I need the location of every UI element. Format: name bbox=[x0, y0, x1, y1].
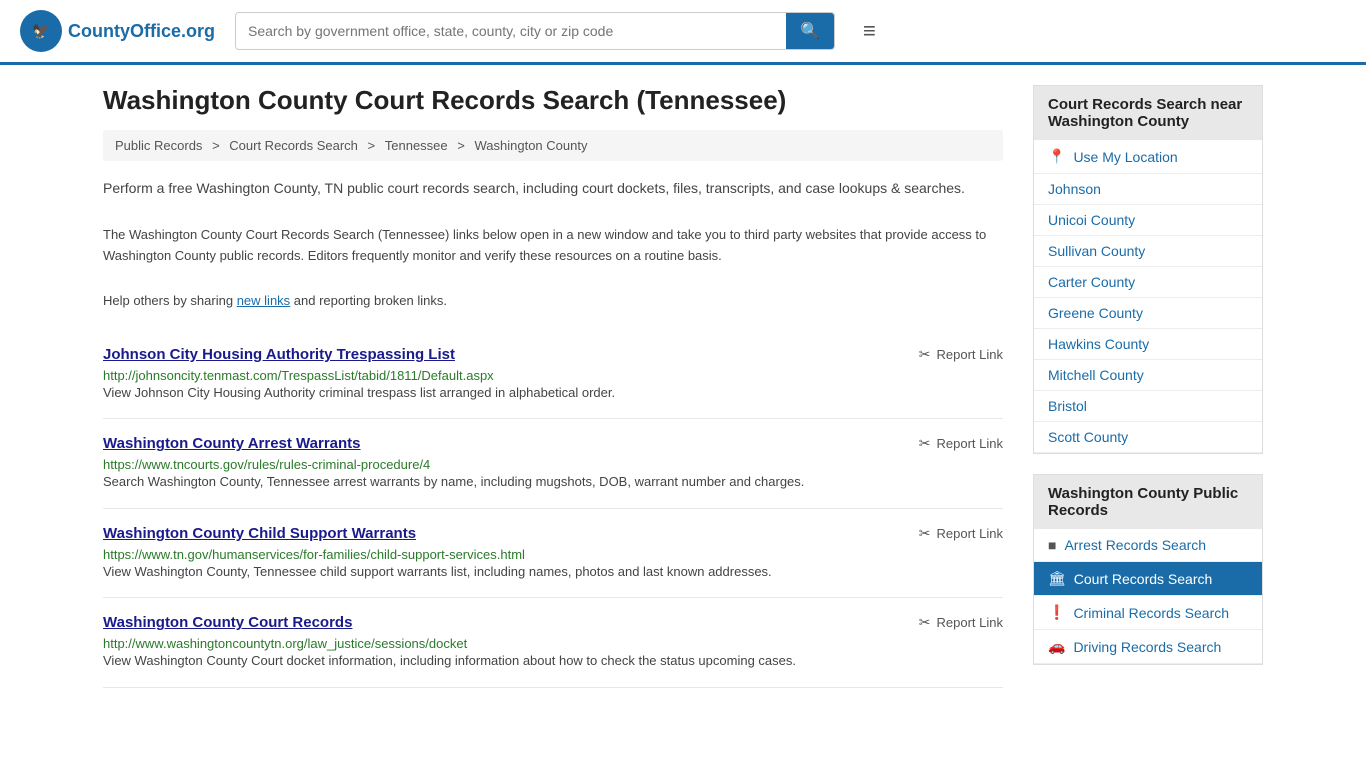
intro-paragraph: Perform a free Washington County, TN pub… bbox=[103, 177, 1003, 199]
records-list: Johnson City Housing Authority Trespassi… bbox=[103, 330, 1003, 688]
record-title-3[interactable]: Washington County Court Records bbox=[103, 614, 352, 631]
hamburger-icon: ≡ bbox=[863, 18, 876, 43]
driving-records-icon: 🚗 bbox=[1048, 638, 1065, 655]
record-title-1[interactable]: Washington County Arrest Warrants bbox=[103, 435, 361, 452]
breadcrumb-court-records-search[interactable]: Court Records Search bbox=[229, 138, 358, 153]
hamburger-menu-button[interactable]: ≡ bbox=[855, 14, 884, 48]
main-container: Washington County Court Records Search (… bbox=[83, 65, 1283, 708]
search-icon: 🔍 bbox=[800, 23, 820, 40]
sidebar-nearby-greene[interactable]: Greene County bbox=[1034, 298, 1262, 329]
record-url-2[interactable]: https://www.tn.gov/humanservices/for-fam… bbox=[103, 547, 525, 562]
logo-text: CountyOffice.org bbox=[68, 21, 215, 42]
search-input[interactable] bbox=[236, 15, 786, 47]
sidebar-nearby-unicoi[interactable]: Unicoi County bbox=[1034, 205, 1262, 236]
breadcrumb-tennessee[interactable]: Tennessee bbox=[385, 138, 448, 153]
report-icon-0: ✂ bbox=[919, 346, 931, 363]
record-url-3[interactable]: http://www.washingtoncountytn.org/law_ju… bbox=[103, 636, 467, 651]
record-description-1: Search Washington County, Tennessee arre… bbox=[103, 472, 1003, 492]
record-title-2[interactable]: Washington County Child Support Warrants bbox=[103, 525, 416, 542]
breadcrumb-public-records[interactable]: Public Records bbox=[115, 138, 202, 153]
report-link-button-3[interactable]: ✂ Report Link bbox=[919, 614, 1003, 631]
sidebar-court-records[interactable]: 🏛 Court Records Search bbox=[1034, 562, 1262, 596]
search-button[interactable]: 🔍 bbox=[786, 13, 834, 49]
page-title: Washington County Court Records Search (… bbox=[103, 85, 1003, 116]
breadcrumb-washington-county[interactable]: Washington County bbox=[474, 138, 587, 153]
location-pin-icon: 📍 bbox=[1048, 148, 1065, 165]
secondary-paragraph: The Washington County Court Records Sear… bbox=[103, 225, 1003, 267]
sidebar-nearby-scott[interactable]: Scott County bbox=[1034, 422, 1262, 453]
sidebar-nearby-mitchell[interactable]: Mitchell County bbox=[1034, 360, 1262, 391]
report-icon-1: ✂ bbox=[919, 435, 931, 452]
use-my-location[interactable]: 📍 Use My Location bbox=[1034, 140, 1262, 174]
record-item-1: Washington County Arrest Warrants ✂ Repo… bbox=[103, 419, 1003, 509]
logo-link[interactable]: 🦅 CountyOffice.org bbox=[20, 10, 215, 52]
record-title-0[interactable]: Johnson City Housing Authority Trespassi… bbox=[103, 346, 455, 363]
sidebar-nearby-sullivan[interactable]: Sullivan County bbox=[1034, 236, 1262, 267]
criminal-records-icon: ❗ bbox=[1048, 604, 1065, 621]
sidebar-criminal-records[interactable]: ❗ Criminal Records Search bbox=[1034, 596, 1262, 630]
search-bar: 🔍 bbox=[235, 12, 835, 50]
public-records-section: Washington County Public Records ■ Arres… bbox=[1033, 474, 1263, 665]
share-paragraph: Help others by sharing new links and rep… bbox=[103, 293, 1003, 308]
sidebar-nearby-hawkins[interactable]: Hawkins County bbox=[1034, 329, 1262, 360]
public-records-section-header: Washington County Public Records bbox=[1034, 475, 1262, 529]
record-url-1[interactable]: https://www.tncourts.gov/rules/rules-cri… bbox=[103, 457, 430, 472]
sidebar-nearby-carter[interactable]: Carter County bbox=[1034, 267, 1262, 298]
record-description-3: View Washington County Court docket info… bbox=[103, 651, 1003, 671]
header: 🦅 CountyOffice.org 🔍 ≡ bbox=[0, 0, 1366, 65]
record-item-0: Johnson City Housing Authority Trespassi… bbox=[103, 330, 1003, 420]
sidebar-nearby-bristol[interactable]: Bristol bbox=[1034, 391, 1262, 422]
court-records-icon: 🏛 bbox=[1048, 570, 1066, 587]
report-icon-2: ✂ bbox=[919, 525, 931, 542]
report-link-button-2[interactable]: ✂ Report Link bbox=[919, 525, 1003, 542]
record-description-0: View Johnson City Housing Authority crim… bbox=[103, 383, 1003, 403]
record-item-3: Washington County Court Records ✂ Report… bbox=[103, 598, 1003, 688]
breadcrumb: Public Records > Court Records Search > … bbox=[103, 130, 1003, 161]
record-url-0[interactable]: http://johnsoncity.tenmast.com/TrespassL… bbox=[103, 368, 494, 383]
sidebar-driving-records[interactable]: 🚗 Driving Records Search bbox=[1034, 630, 1262, 664]
sidebar-nearby-johnson[interactable]: Johnson bbox=[1034, 174, 1262, 205]
nearby-section: Court Records Search near Washington Cou… bbox=[1033, 85, 1263, 454]
sidebar-arrest-records[interactable]: ■ Arrest Records Search bbox=[1034, 529, 1262, 562]
nearby-section-header: Court Records Search near Washington Cou… bbox=[1034, 86, 1262, 140]
arrest-records-icon: ■ bbox=[1048, 537, 1056, 553]
logo-icon: 🦅 bbox=[20, 10, 62, 52]
content-area: Washington County Court Records Search (… bbox=[103, 85, 1003, 688]
svg-text:🦅: 🦅 bbox=[32, 22, 49, 40]
new-links-link[interactable]: new links bbox=[237, 293, 290, 308]
record-item-2: Washington County Child Support Warrants… bbox=[103, 509, 1003, 599]
record-description-2: View Washington County, Tennessee child … bbox=[103, 562, 1003, 582]
sidebar: Court Records Search near Washington Cou… bbox=[1033, 85, 1263, 688]
report-link-button-0[interactable]: ✂ Report Link bbox=[919, 346, 1003, 363]
report-link-button-1[interactable]: ✂ Report Link bbox=[919, 435, 1003, 452]
report-icon-3: ✂ bbox=[919, 614, 931, 631]
